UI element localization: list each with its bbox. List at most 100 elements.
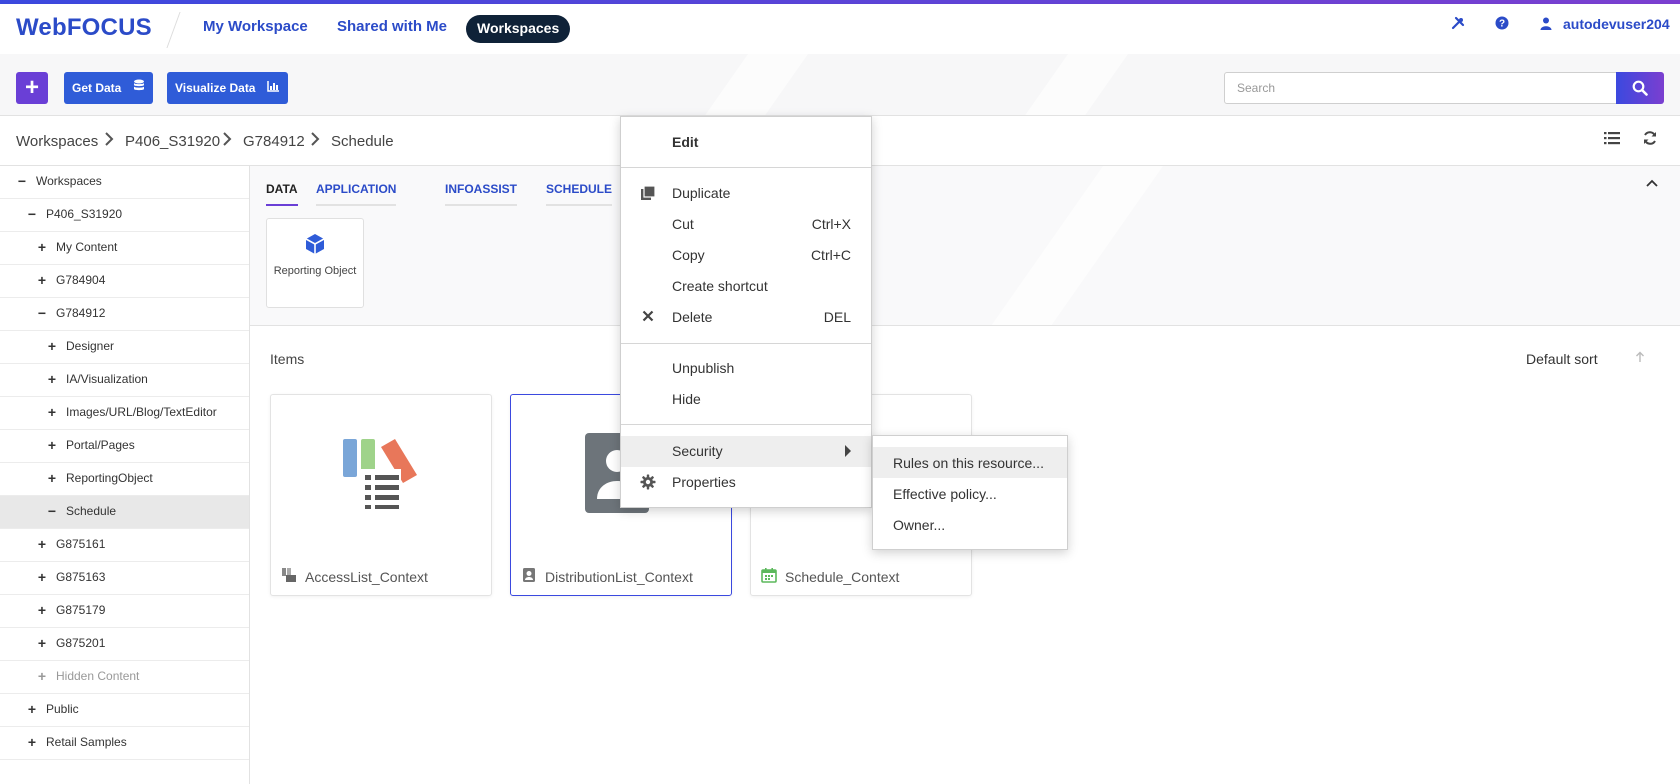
expand-icon[interactable]: + (35, 603, 49, 617)
tree-item-label: IA/Visualization (66, 372, 148, 386)
tree-item[interactable]: + Designer (0, 331, 249, 364)
menu-item-label: Duplicate (672, 185, 731, 201)
expand-icon[interactable]: + (45, 405, 59, 419)
menu-item-security[interactable]: Security (621, 436, 871, 467)
expand-icon[interactable]: + (45, 471, 59, 485)
tab-infoassist[interactable]: INFOASSIST (445, 182, 518, 206)
tree-item-label: G875179 (56, 603, 106, 617)
tree-item[interactable]: + G875179 (0, 595, 249, 628)
tree-item[interactable]: − Workspaces (0, 166, 249, 199)
expand-icon[interactable]: + (45, 339, 59, 353)
menu-item-delete[interactable]: Delete DEL (621, 302, 871, 333)
workspace-tree: − Workspaces − P406_S31920 + My Content + G7849… (0, 166, 250, 784)
user-icon[interactable] (1535, 14, 1557, 36)
search-icon (1632, 80, 1648, 96)
card-title: DistributionList_Context (545, 569, 693, 585)
svg-text:?: ? (1499, 19, 1505, 30)
expand-icon[interactable]: + (35, 636, 49, 650)
tree-item[interactable]: + My Content (0, 232, 249, 265)
collapse-icon[interactable]: − (25, 207, 39, 221)
tree-item-label: Workspaces (36, 174, 102, 188)
chevron-up-icon[interactable] (1646, 174, 1658, 192)
gear-icon (639, 474, 657, 492)
tab-data[interactable]: DATA (266, 182, 298, 206)
list-view-icon[interactable] (1601, 130, 1623, 152)
tools-icon[interactable] (1447, 14, 1469, 36)
tree-item[interactable]: − P406_S31920 (0, 199, 249, 232)
tree-item[interactable]: + G875161 (0, 529, 249, 562)
expand-icon[interactable]: + (25, 735, 39, 749)
sort-dropdown[interactable]: Default sort (1526, 351, 1598, 367)
submenu-item-effective-policy[interactable]: Effective policy... (873, 478, 1067, 509)
tree-item-label: My Content (56, 240, 118, 254)
tree-item[interactable]: + ReportingObject (0, 463, 249, 496)
tree-item[interactable]: + G784904 (0, 265, 249, 298)
tree-item-label: Retail Samples (46, 735, 127, 749)
tree-item[interactable]: + Hidden Content (0, 661, 249, 694)
expand-icon[interactable]: + (25, 702, 39, 716)
menu-item-label: Delete (672, 309, 713, 325)
tree-item[interactable]: + Portal/Pages (0, 430, 249, 463)
reporting-object-label: Reporting Object (273, 265, 357, 277)
shortcut-label: Ctrl+C (810, 247, 851, 263)
submenu-item-owner[interactable]: Owner... (873, 509, 1067, 540)
tree-item[interactable]: − G784912 (0, 298, 249, 331)
expand-icon[interactable]: + (35, 669, 49, 683)
menu-item-copy[interactable]: Copy Ctrl+C (621, 240, 871, 271)
menu-divider (621, 167, 871, 168)
menu-item-cut[interactable]: Cut Ctrl+X (621, 209, 871, 240)
tree-item-label: G875201 (56, 636, 106, 650)
search-button[interactable] (1616, 72, 1664, 104)
tree-item[interactable]: + Public (0, 694, 249, 727)
nav-workspaces[interactable]: Workspaces (466, 15, 571, 43)
breadcrumb-item[interactable]: P406_S31920 (125, 133, 220, 150)
add-button[interactable]: + (16, 72, 48, 104)
menu-item-duplicate[interactable]: Duplicate (621, 178, 871, 209)
menu-item-edit[interactable]: Edit (621, 127, 871, 158)
help-icon[interactable]: ? (1491, 14, 1513, 36)
get-data-button[interactable]: Get Data (64, 72, 153, 104)
tree-item[interactable]: + IA/Visualization (0, 364, 249, 397)
submenu-arrow-icon (845, 445, 851, 457)
item-card[interactable]: AccessList_Context (270, 394, 492, 596)
search-input[interactable] (1224, 72, 1617, 104)
tree-item[interactable]: − Schedule (0, 496, 249, 529)
chevron-right-icon (104, 132, 114, 150)
tree-item[interactable]: + Images/URL/Blog/TextEditor (0, 397, 249, 430)
menu-item-hide[interactable]: Hide (621, 384, 871, 415)
tree-item[interactable]: + G875163 (0, 562, 249, 595)
tree-item[interactable]: + Retail Samples (0, 727, 249, 760)
close-icon (639, 309, 657, 327)
username-link[interactable]: autodevuser204 (1563, 16, 1670, 32)
tree-item-label: ReportingObject (66, 471, 153, 485)
sort-direction-icon[interactable] (1635, 350, 1645, 366)
tree-item-label: Portal/Pages (66, 438, 135, 452)
menu-item-properties[interactable]: Properties (621, 467, 871, 498)
tree-item[interactable]: + G875201 (0, 628, 249, 661)
expand-icon[interactable]: + (45, 438, 59, 452)
reporting-object-tile[interactable]: Reporting Object (266, 218, 364, 308)
collapse-icon[interactable]: − (15, 174, 29, 188)
tree-item-label: Designer (66, 339, 115, 353)
visualize-data-button[interactable]: Visualize Data (167, 72, 288, 104)
app-logo[interactable]: WebFOCUS (16, 14, 152, 42)
collapse-icon[interactable]: − (35, 306, 49, 320)
menu-item-unpublish[interactable]: Unpublish (621, 353, 871, 384)
breadcrumb-item[interactable]: Workspaces (16, 133, 98, 150)
contact-book-small-icon (523, 568, 535, 582)
tab-application[interactable]: APPLICATION (316, 182, 397, 206)
expand-icon[interactable]: + (45, 372, 59, 386)
submenu-item-rules[interactable]: Rules on this resource... (873, 447, 1067, 478)
collapse-icon[interactable]: − (45, 504, 59, 518)
expand-icon[interactable]: + (35, 273, 49, 287)
expand-icon[interactable]: + (35, 537, 49, 551)
expand-icon[interactable]: + (35, 240, 49, 254)
menu-item-create-shortcut[interactable]: Create shortcut (621, 271, 871, 302)
breadcrumb-item[interactable]: G784912 (243, 133, 305, 150)
action-toolbar: + Get Data Visualize Data (0, 54, 1680, 116)
nav-my-workspace[interactable]: My Workspace (203, 18, 308, 35)
expand-icon[interactable]: + (35, 570, 49, 584)
tab-schedule[interactable]: SCHEDULE (546, 182, 613, 206)
refresh-icon[interactable] (1639, 130, 1661, 152)
nav-shared-with-me[interactable]: Shared with Me (337, 18, 447, 35)
